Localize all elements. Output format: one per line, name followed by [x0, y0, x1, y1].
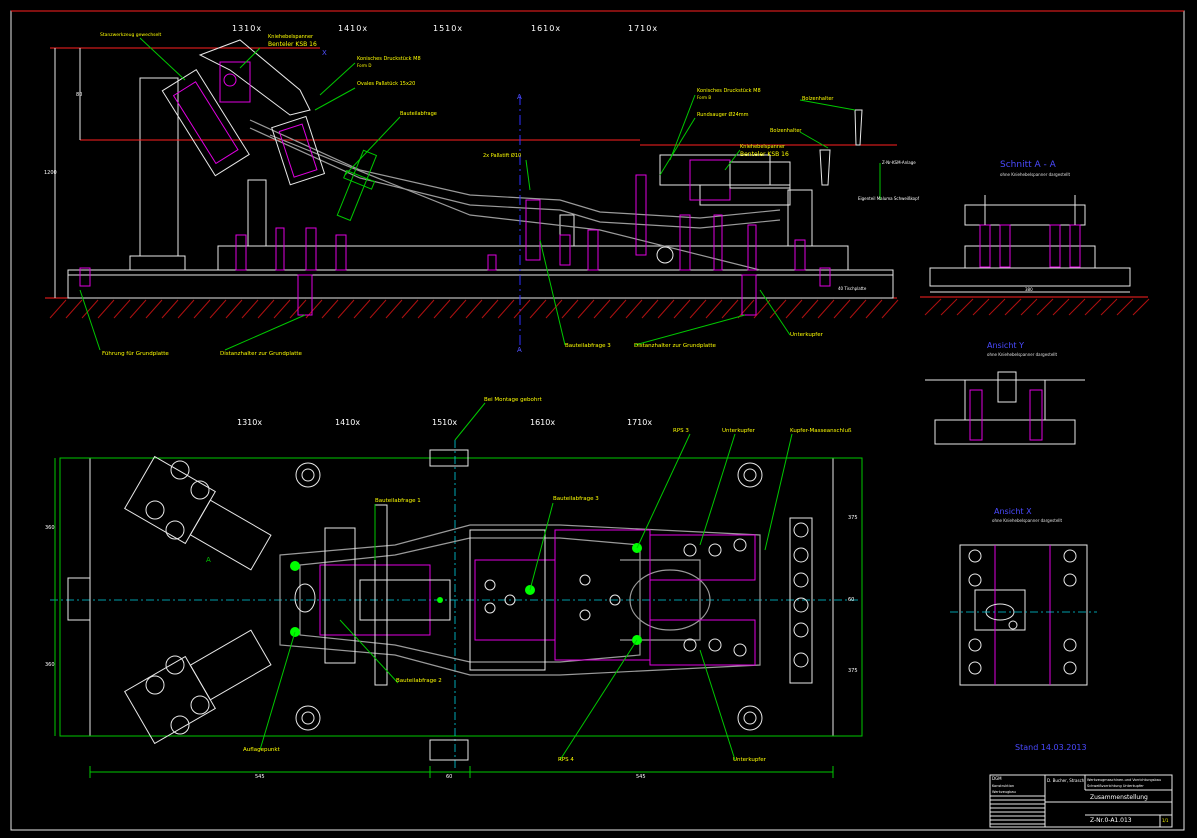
- callout-label: Konisches Druckstück M8: [357, 56, 421, 62]
- callout-label: Bauteilabfrage 2: [396, 678, 442, 684]
- callout-label: Distanzhalter zur Grundplatte: [220, 351, 302, 357]
- callout-label: Führung für Grundplatte: [102, 351, 169, 357]
- tb-title: Werkzeugmaschinen-und Vorrichtungsbau: [1087, 778, 1162, 782]
- dimension-text: 360: [45, 662, 55, 668]
- position-label: 1310x: [237, 418, 263, 427]
- dimension-text: 545: [255, 774, 265, 780]
- callout-label: Form D: [357, 63, 372, 68]
- callout-label: Kniehebelspanner: [268, 34, 314, 40]
- tb-sheet: 1/1: [1162, 818, 1169, 823]
- position-label: 1510x: [432, 418, 458, 427]
- callout-label: Stanzwerkzeug gewechselt: [100, 33, 162, 38]
- arc-marker: A: [206, 556, 211, 564]
- callout-label: RPS 3: [673, 428, 689, 434]
- callout-label: Unterkupfer: [722, 428, 755, 434]
- callout-label: Distanzhalter zur Grundplatte: [634, 343, 716, 349]
- view-subtitle: ohne Kniehebelspanner dargestellt: [987, 352, 1058, 357]
- callout-label: Kniehebelspanner: [740, 144, 786, 150]
- callout-label: Bolzenhalter: [802, 96, 834, 102]
- view-subtitle: ohne Kniehebelspanner dargestellt: [1000, 172, 1071, 177]
- callout-label: Benteler KSB 16: [740, 151, 789, 158]
- section-marker: A: [517, 93, 522, 101]
- dimension-text: 375: [848, 515, 858, 521]
- position-label: 1710x: [627, 418, 653, 427]
- callout-label: Bolzenhalter: [770, 128, 802, 134]
- callout-label: Rundsauger Ø24mm: [697, 112, 749, 118]
- tb-dept: Werkzeugbau: [992, 790, 1016, 794]
- view-title: Ansicht X: [994, 507, 1032, 516]
- callout-label: Ovales Paßstück 15x20: [357, 81, 416, 87]
- position-label: 1410x: [335, 418, 361, 427]
- position-label: 1410x: [338, 24, 369, 33]
- callout-label: 2x Paßstift Ø10: [483, 153, 522, 159]
- callout-label: Kupfer-Masseanschluß: [790, 428, 852, 434]
- view-title: Ansicht Y: [987, 341, 1024, 350]
- view-subtitle: ohne Kniehebelspanner dargestellt: [992, 518, 1063, 523]
- position-label: 1510x: [433, 24, 464, 33]
- tb-drawing-no: Z-Nr.0-A1.013: [1090, 817, 1132, 824]
- position-label: 1610x: [530, 418, 556, 427]
- dimension-text: 545: [636, 774, 646, 780]
- callout-label: Unterkupfer: [790, 332, 823, 338]
- callout-label: Bauteilabfrage 1: [375, 498, 421, 504]
- dimension-text: 380: [1025, 287, 1033, 292]
- callout-label: Bei Montage gebohrt: [484, 397, 542, 403]
- annotation-layer: 1310x 1410x 1510x 1610x 1710x 1310x 1410…: [0, 0, 1197, 838]
- section-marker: A: [517, 346, 522, 354]
- dimension-text: 80: [76, 92, 83, 98]
- dimension-text: 360: [45, 525, 55, 531]
- revision-date: Stand 14.03.2013: [1015, 743, 1087, 752]
- callout-label: Bauteilabfrage: [400, 111, 437, 117]
- callout-label: Auflagepunkt: [243, 747, 280, 753]
- tb-company: DGM: [992, 776, 1002, 781]
- tb-name: D. Bucher, Strasch: [1047, 778, 1085, 783]
- tb-title: Schweißvorrichtung Unterkupfer: [1087, 784, 1144, 788]
- callout-label: Konisches Druckstück M8: [697, 88, 761, 94]
- callout-label: Eigenteil Maluma Schweißkopf: [858, 196, 920, 201]
- dimension-text: 60: [848, 597, 855, 603]
- callout-label: Benteler KSB 16: [268, 41, 317, 48]
- view-title: Schnitt A - A: [1000, 160, 1056, 170]
- dimension-text: 375: [848, 668, 858, 674]
- position-label: 1310x: [232, 24, 263, 33]
- callout-label: Bauteilabfrage 3: [565, 343, 611, 349]
- tb-drawing-title: Zusammenstellung: [1090, 794, 1148, 801]
- dimension-text: 1200: [44, 170, 57, 176]
- callout-label: Z-Nr-KSM-Anlage: [882, 160, 916, 165]
- callout-label: Bauteilabfrage 3: [553, 496, 599, 502]
- callout-label: Unterkupfer: [733, 757, 766, 763]
- callout-label: RPS 4: [558, 757, 574, 763]
- position-label: 1710x: [628, 24, 659, 33]
- tb-dept: Konstruktion: [992, 784, 1015, 788]
- dimension-text: 40 Tischplatte: [838, 286, 867, 291]
- view-marker: X: [322, 49, 327, 57]
- dimension-text: 60: [446, 774, 453, 780]
- position-label: 1610x: [531, 24, 562, 33]
- callout-label: Form B: [697, 95, 712, 100]
